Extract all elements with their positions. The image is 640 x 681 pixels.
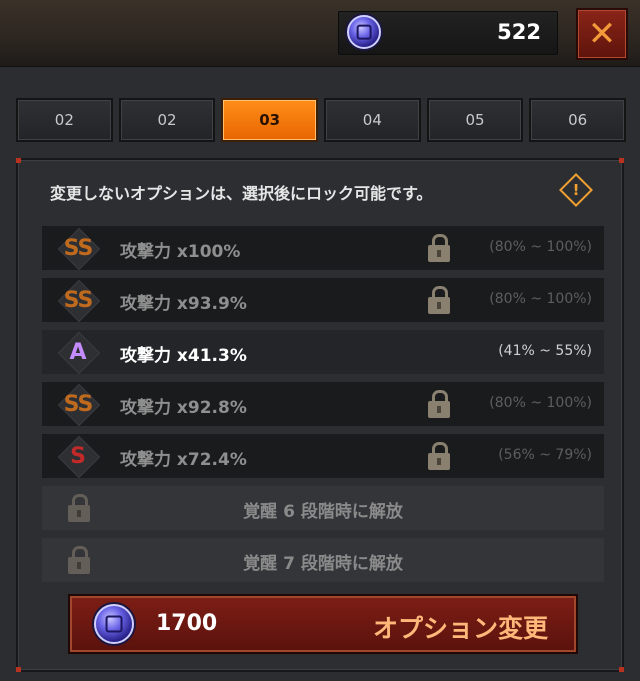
tab-6[interactable]: 06 [529, 98, 627, 142]
corner-ornament [16, 158, 21, 163]
purple-gem-icon [94, 604, 134, 644]
option-stat: 攻撃力 x93.9% [120, 294, 247, 314]
locked-slot: 覚醒 7 段階時に解放 [42, 538, 604, 582]
close-button[interactable]: ✕ [576, 8, 628, 60]
tab-bar: 02 02 03 04 05 06 [16, 98, 627, 142]
lock-icon[interactable] [428, 390, 450, 418]
currency-display: 522 [338, 11, 558, 55]
option-range: (41% ~ 55%) [498, 343, 592, 359]
lock-icon[interactable] [428, 442, 450, 470]
option-stat: 攻撃力 x100% [120, 242, 241, 262]
change-option-button[interactable]: 1700 オプション変更 [68, 594, 578, 654]
corner-ornament [619, 667, 624, 672]
close-icon: ✕ [587, 14, 617, 54]
lock-icon[interactable] [428, 234, 450, 262]
option-change-cost: 1700 [156, 611, 218, 636]
option-row[interactable]: S 攻撃力 x72.4% (56% ~ 79%) [42, 434, 604, 479]
grade-ss-icon: SS [56, 279, 101, 323]
locked-slot: 覚醒 6 段階時に解放 [42, 486, 604, 530]
option-range: (80% ~ 100%) [489, 239, 592, 255]
tab-4[interactable]: 04 [324, 98, 421, 142]
option-row[interactable]: SS 攻撃力 x93.9% (80% ~ 100%) [42, 278, 604, 323]
lock-icon[interactable] [428, 286, 450, 314]
grade-ss-icon: SS [56, 383, 101, 427]
option-panel: 変更しないオプションは、選択後にロック可能です。 ! SS 攻撃力 x100% … [16, 158, 624, 672]
tab-2[interactable]: 02 [118, 98, 216, 142]
warning-icon[interactable]: ! [559, 173, 593, 207]
option-row[interactable]: SS 攻撃力 x100% (80% ~ 100%) [42, 226, 604, 271]
corner-ornament [16, 667, 21, 672]
top-bar: 522 ✕ [0, 0, 640, 67]
option-row[interactable]: SS 攻撃力 x92.8% (80% ~ 100%) [42, 382, 604, 427]
option-stat: 攻撃力 x41.3% [120, 346, 247, 366]
corner-ornament [619, 158, 624, 163]
tab-1[interactable]: 02 [16, 98, 113, 142]
tab-3[interactable]: 03 [221, 98, 319, 142]
purple-gem-icon [347, 15, 381, 49]
option-range: (80% ~ 100%) [489, 395, 592, 411]
option-range: (80% ~ 100%) [489, 291, 592, 307]
locked-slot-text: 覚醒 7 段階時に解放 [243, 554, 403, 574]
tab-5[interactable]: 05 [426, 98, 524, 142]
option-range: (56% ~ 79%) [498, 447, 592, 463]
change-option-label: オプション変更 [372, 614, 548, 643]
grade-s-icon: S [56, 435, 101, 479]
option-stat: 攻撃力 x72.4% [120, 450, 247, 470]
grade-a-icon: A [56, 331, 101, 375]
option-list: SS 攻撃力 x100% (80% ~ 100%) SS 攻撃力 x93.9% … [42, 226, 604, 590]
option-stat: 攻撃力 x92.8% [120, 398, 247, 418]
lock-notice: 変更しないオプションは、選択後にロック可能です。 [50, 184, 433, 203]
option-row[interactable]: A 攻撃力 x41.3% (41% ~ 55%) [42, 330, 604, 375]
currency-value: 522 [497, 20, 541, 44]
grade-ss-icon: SS [56, 227, 101, 271]
locked-slot-text: 覚醒 6 段階時に解放 [243, 502, 403, 522]
